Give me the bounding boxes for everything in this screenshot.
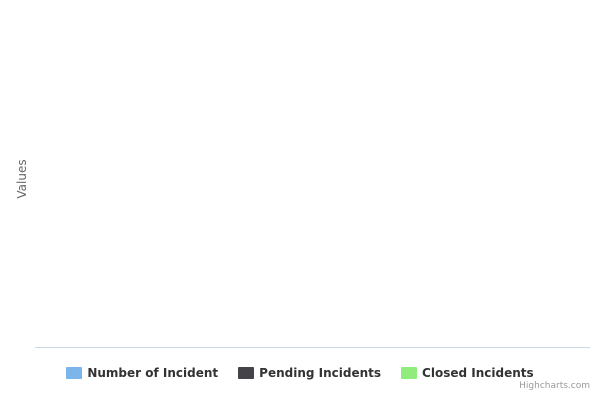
chart-container: Values Number of Incident Pending Incide… [0, 0, 600, 400]
highcharts-credits-link[interactable]: Highcharts.com [519, 381, 590, 391]
legend-label-closed-incidents: Closed Incidents [422, 366, 534, 380]
y-axis-title: Values [15, 159, 29, 199]
legend-swatch-closed-incidents [401, 367, 418, 379]
legend-item-closed-incidents[interactable]: Closed Incidents [401, 366, 534, 380]
legend-label-pending-incidents: Pending Incidents [259, 366, 382, 380]
x-axis-line [35, 347, 590, 348]
legend-item-pending-incidents[interactable]: Pending Incidents [238, 366, 381, 380]
legend-item-number-of-incident[interactable]: Number of Incident [66, 366, 218, 380]
legend-swatch-pending-incidents [238, 367, 255, 379]
legend-label-number-of-incident: Number of Incident [87, 366, 219, 380]
legend-swatch-number-of-incident [66, 367, 83, 379]
legend: Number of Incident Pending Incidents Clo… [0, 362, 600, 384]
